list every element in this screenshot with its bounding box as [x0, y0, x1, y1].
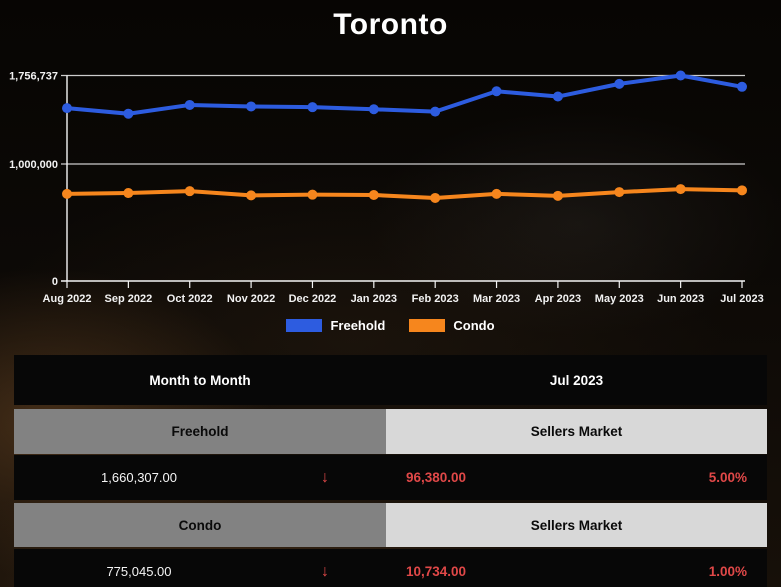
freehold-data-point: [675, 70, 686, 81]
x-axis-tick-label: Jan 2023: [351, 293, 397, 305]
condo-data-point: [737, 185, 747, 196]
freehold-data-point: [123, 108, 134, 119]
freehold-data-point: [368, 104, 379, 115]
freehold-data-point: [246, 101, 257, 112]
table-header-row: Month to Month Jul 2023: [14, 355, 767, 405]
freehold-data-point: [184, 99, 195, 110]
header-month-to-month: Month to Month: [149, 372, 251, 388]
freehold-data-point: [614, 78, 625, 89]
freehold-down-arrow-icon: ↓: [321, 468, 329, 486]
condo-market-status: Sellers Market: [385, 503, 767, 547]
condo-data-point: [62, 188, 72, 199]
condo-line: [65, 187, 744, 200]
freehold-data-point: [430, 106, 441, 117]
condo-data-point: [368, 190, 379, 201]
x-axis-tick-label: Nov 2022: [227, 293, 275, 305]
freehold-price: 1,660,307.00: [101, 470, 177, 485]
freehold-data-point: [491, 86, 502, 97]
freehold-market-status: Sellers Market: [385, 409, 767, 454]
header-current-month: Jul 2023: [549, 372, 604, 388]
freehold-data-point: [62, 103, 72, 114]
freehold-change-amount: 96,380.00: [406, 470, 467, 485]
x-axis-tick-label: Feb 2023: [412, 293, 459, 305]
condo-swatch-icon: [409, 318, 446, 332]
chart-legend: Freehold Condo: [0, 314, 781, 336]
legend-label-condo: Condo: [453, 317, 495, 333]
x-axis-tick-label: Apr 2023: [535, 293, 581, 305]
freehold-data-point: [552, 91, 563, 102]
condo-data-point: [246, 190, 257, 201]
summary-table: Month to Month Jul 2023 Freehold Sellers…: [14, 355, 767, 587]
freehold-change-percent: 5.00%: [708, 470, 747, 485]
legend-item-condo[interactable]: Condo: [409, 317, 495, 333]
x-axis-tick-label: Dec 2022: [289, 293, 337, 305]
condo-down-arrow-icon: ↓: [321, 562, 329, 580]
x-axis-tick-label: Mar 2023: [473, 293, 520, 305]
legend-item-freehold[interactable]: Freehold: [286, 318, 385, 333]
legend-label-freehold: Freehold: [330, 317, 386, 333]
condo-values-row: 775,045.00 ↓ 10,734.00 1.00%: [14, 549, 767, 587]
condo-change-amount: 10,734.00: [406, 564, 467, 579]
condo-data-point: [491, 188, 502, 199]
condo-data-point: [123, 188, 134, 199]
condo-change-percent: 1.00%: [708, 564, 747, 579]
condo-price: 775,045.00: [106, 564, 172, 579]
x-axis-tick-label: Oct 2022: [167, 293, 213, 305]
freehold-label-row: Freehold Sellers Market: [14, 409, 767, 454]
condo-data-point: [307, 189, 318, 200]
y-axis-tick-label: 1,756,737: [9, 71, 58, 83]
x-axis-tick-label: Jul 2023: [720, 293, 763, 305]
x-axis-tick-label: Sep 2022: [105, 293, 153, 305]
condo-data-point: [675, 184, 686, 195]
freehold-values-row: 1,660,307.00 ↓ 96,380.00 5.00%: [14, 455, 767, 500]
freehold-data-point: [737, 81, 747, 92]
condo-data-point: [430, 192, 441, 203]
condo-data-point: [614, 187, 625, 198]
freehold-label: Freehold: [14, 409, 386, 454]
condo-data-point: [184, 186, 195, 197]
price-trend-chart: 1,756,737 1,000,000 0 Aug 2022 Sep 2022 Oct 2…: [9, 70, 764, 305]
freehold-data-point: [307, 102, 318, 113]
condo-label: Condo: [14, 503, 386, 547]
x-axis-tick-label: Aug 2022: [43, 293, 92, 305]
y-axis-tick-label: 0: [52, 276, 58, 288]
condo-label-row: Condo Sellers Market: [14, 503, 767, 547]
freehold-line: [65, 73, 744, 116]
x-axis-tick-label: May 2023: [595, 293, 644, 305]
condo-data-point: [552, 190, 563, 201]
x-axis-tick-label: Jun 2023: [657, 293, 704, 305]
y-axis-tick-label: 1,000,000: [9, 159, 58, 171]
freehold-swatch-icon: [286, 318, 323, 332]
report-page: Toronto 1,756,737 1,000,000 0 Aug 2022 Sep 2…: [0, 0, 781, 587]
